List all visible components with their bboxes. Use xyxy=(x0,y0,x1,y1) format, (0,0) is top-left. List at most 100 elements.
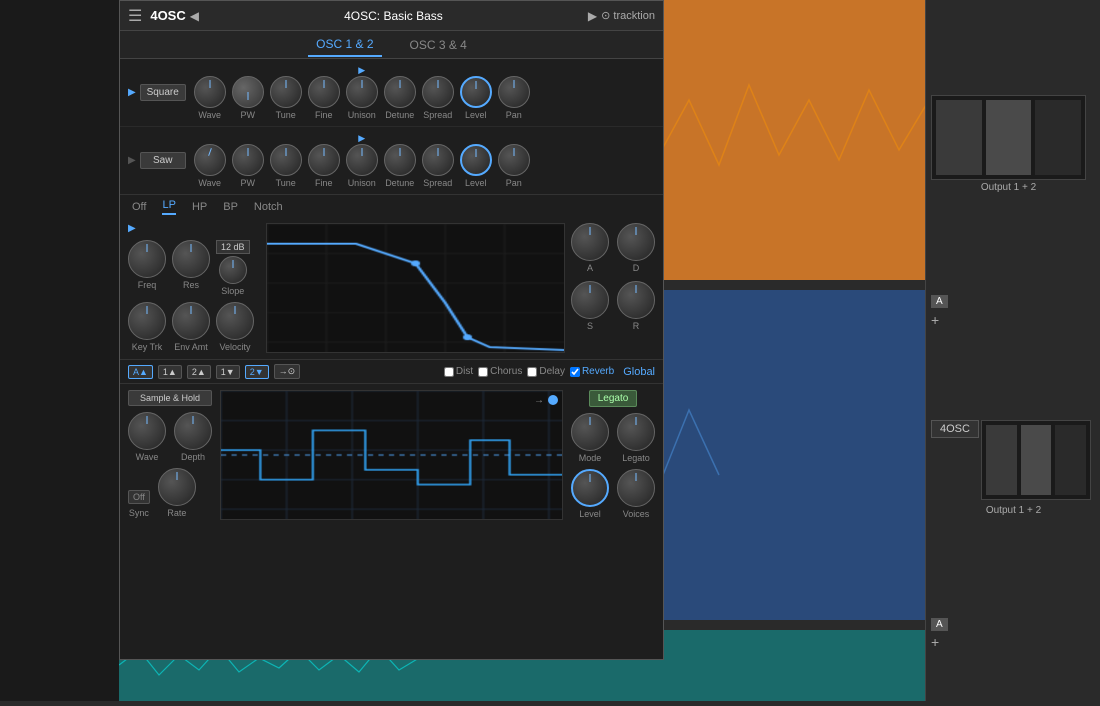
osc2-pw-knob-wrap: PW xyxy=(232,144,264,188)
osc1-tune-knob[interactable] xyxy=(270,76,302,108)
add-track-button-2[interactable]: + xyxy=(931,634,939,650)
chorus-checkbox[interactable] xyxy=(478,367,488,377)
osc1-wave-knob[interactable] xyxy=(194,76,226,108)
tab-osc34[interactable]: OSC 3 & 4 xyxy=(402,34,475,56)
osc2-spread-label: Spread xyxy=(423,178,452,188)
filter-freq-knob[interactable] xyxy=(128,240,166,278)
osc1-pw-knob[interactable] xyxy=(232,76,264,108)
filter-res-label: Res xyxy=(183,280,199,290)
filter-keytrk-knob[interactable] xyxy=(128,302,166,340)
filter-velocity-knob[interactable] xyxy=(216,302,254,340)
track-a-label-1: A xyxy=(931,295,948,308)
routing-1dn-button[interactable]: 1▼ xyxy=(216,365,240,379)
preset-prev-button[interactable]: ◀ xyxy=(190,9,199,23)
osc2-unison-knob[interactable] xyxy=(346,144,378,176)
osc1-spread-knob-wrap: Spread xyxy=(422,76,454,120)
osc2-tune-knob[interactable] xyxy=(270,144,302,176)
osc1-pan-knob[interactable] xyxy=(498,76,530,108)
lfo-rate-knob[interactable] xyxy=(158,468,196,506)
osc1-fine-knob-wrap: Fine xyxy=(308,76,340,120)
osc2-pan-label: Pan xyxy=(506,178,522,188)
legato-button[interactable]: Legato xyxy=(589,390,638,407)
lfo-wave-wrap: Wave xyxy=(128,412,166,462)
lfo-sync-button[interactable]: Off xyxy=(128,490,150,504)
osc1-fine-knob[interactable] xyxy=(308,76,340,108)
osc1-spread-knob[interactable] xyxy=(422,76,454,108)
filter-res-knob[interactable] xyxy=(172,240,210,278)
dist-checkbox-label[interactable]: Dist xyxy=(444,366,473,377)
filter-slope-knob[interactable] xyxy=(219,256,247,284)
filter-row2: Key Trk Env Amt Velocity xyxy=(128,302,254,352)
voice-mode-knob[interactable] xyxy=(571,413,609,451)
track-a-label-2: A xyxy=(931,618,948,631)
side-left xyxy=(0,0,119,701)
voice-mode-wrap: Mode xyxy=(571,413,609,463)
lfo-type-button[interactable]: Sample & Hold xyxy=(128,390,212,406)
voice-level-knob[interactable] xyxy=(571,469,609,507)
filter-tab-notch[interactable]: Notch xyxy=(254,201,283,213)
menu-icon[interactable]: ☰ xyxy=(128,6,142,26)
lfo-depth-knob[interactable] xyxy=(174,412,212,450)
osc2-wave-label: Wave xyxy=(198,178,221,188)
global-button[interactable]: Global xyxy=(623,366,655,378)
adsr-release-knob[interactable] xyxy=(617,281,655,319)
osc1-unison-active: ▶ xyxy=(358,65,365,76)
osc1-detune-knob[interactable] xyxy=(384,76,416,108)
osc2-type-button[interactable]: Saw xyxy=(140,152,186,169)
lfo-sync-row: Off Sync Rate xyxy=(128,468,212,518)
filter-slope-label: Slope xyxy=(221,286,244,296)
osc2-spread-knob[interactable] xyxy=(422,144,454,176)
lfo-reset-button[interactable]: → xyxy=(534,395,544,406)
osc1-level-knob[interactable] xyxy=(460,76,492,108)
voice-voices-knob[interactable] xyxy=(617,469,655,507)
voice-legato-knob[interactable] xyxy=(617,413,655,451)
routing-2dn-button[interactable]: 2▼ xyxy=(245,365,269,379)
reverb-checkbox[interactable] xyxy=(570,367,580,377)
osc1-pan-knob-wrap: Pan xyxy=(498,76,530,120)
filter-tab-off[interactable]: Off xyxy=(132,201,146,213)
osc2-pan-knob[interactable] xyxy=(498,144,530,176)
delay-checkbox-label[interactable]: Delay xyxy=(527,366,565,377)
tab-osc12[interactable]: OSC 1 & 2 xyxy=(308,33,381,57)
chorus-checkbox-label[interactable]: Chorus xyxy=(478,366,522,377)
adsr-attack-knob[interactable] xyxy=(571,223,609,261)
filter-tab-lp[interactable]: LP xyxy=(162,199,175,215)
osc2-fine-knob[interactable] xyxy=(308,144,340,176)
osc1-row: ▶ Square Wave PW Tune Fine ▶ U xyxy=(120,59,663,127)
lfo-display-controls: → xyxy=(534,395,558,406)
reverb-checkbox-label[interactable]: Reverb xyxy=(570,366,614,377)
filter-tab-hp[interactable]: HP xyxy=(192,201,207,213)
osc2-detune-knob-wrap: Detune xyxy=(384,144,416,188)
adsr-sustain-knob[interactable] xyxy=(571,281,609,319)
filter-tab-bp[interactable]: BP xyxy=(223,201,238,213)
osc2-wave-knob[interactable] xyxy=(194,144,226,176)
routing-a-button[interactable]: A▲ xyxy=(128,365,153,379)
osc1-unison-knob-wrap: ▶ Unison xyxy=(346,65,378,120)
osc1-wave-knob-wrap: Wave xyxy=(194,76,226,120)
voice-level-label: Level xyxy=(579,509,601,519)
lfo-wave-knob[interactable] xyxy=(128,412,166,450)
routing-1up-button[interactable]: 1▲ xyxy=(158,365,182,379)
adsr-decay-knob[interactable] xyxy=(617,223,655,261)
filter-keytrk-wrap: Key Trk xyxy=(128,302,166,352)
delay-checkbox[interactable] xyxy=(527,367,537,377)
dist-checkbox[interactable] xyxy=(444,367,454,377)
osc1-unison-knob[interactable] xyxy=(346,76,378,108)
osc1-type-button[interactable]: Square xyxy=(140,84,186,101)
filter-envamt-knob[interactable] xyxy=(172,302,210,340)
osc1-level-knob-wrap: Level xyxy=(460,76,492,120)
osc2-level-knob[interactable] xyxy=(460,144,492,176)
title-bar: ☰ 4OSC ◀ 4OSC: Basic Bass ▶ ⊙ tracktion xyxy=(120,1,663,31)
voice-voices-wrap: Voices xyxy=(617,469,655,519)
filter-display xyxy=(266,223,565,353)
osc2-detune-knob[interactable] xyxy=(384,144,416,176)
add-track-button-1[interactable]: + xyxy=(931,312,939,328)
osc2-unison-knob-wrap: ▶ Unison xyxy=(346,133,378,188)
routing-2up-button[interactable]: 2▲ xyxy=(187,365,211,379)
osc2-pan-knob-wrap: Pan xyxy=(498,144,530,188)
osc1-wave-label: Wave xyxy=(198,110,221,120)
osc1-fine-label: Fine xyxy=(315,110,333,120)
routing-chain-button[interactable]: →⊙ xyxy=(274,364,301,379)
preset-next-button[interactable]: ▶ xyxy=(588,9,597,23)
osc2-pw-knob[interactable] xyxy=(232,144,264,176)
